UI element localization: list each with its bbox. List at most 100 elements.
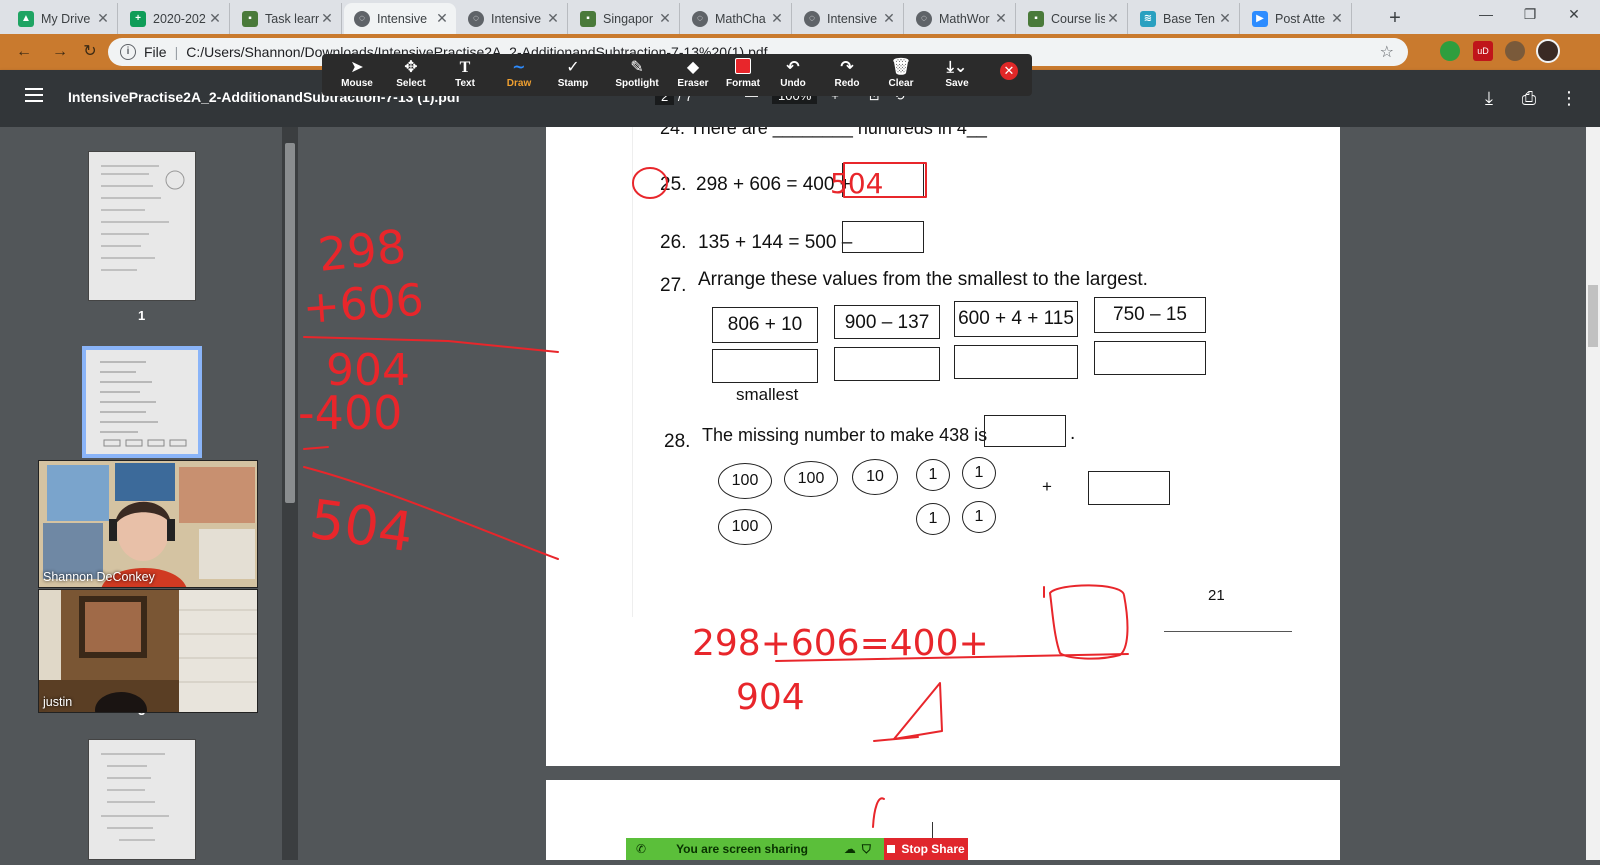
close-tab-icon[interactable]: ✕ <box>1105 10 1121 27</box>
shield-icon: ⛉ <box>861 841 871 856</box>
ink-dash <box>303 446 329 450</box>
download-icon[interactable]: ⤓ <box>1478 87 1500 109</box>
main-scroll-thumb[interactable] <box>1588 285 1598 347</box>
new-tab-button[interactable]: + <box>1382 6 1408 32</box>
check-icon: ✓ <box>566 59 580 76</box>
redo-icon: ↷ <box>840 59 854 76</box>
info-icon[interactable]: i <box>120 44 136 60</box>
close-tab-icon[interactable]: ✕ <box>1329 10 1345 27</box>
bookmark-star-icon[interactable]: ☆ <box>1380 42 1394 62</box>
sharing-status[interactable]: ✆ You are screen sharing ☁ ⛉ <box>626 838 884 860</box>
text-icon: T <box>459 59 471 76</box>
reload-icon[interactable]: ↻ <box>78 40 102 64</box>
tab-intensive-2[interactable]: ◌ Intensive ✕ <box>458 3 568 34</box>
tool-save[interactable]: ⤓⌄ Save <box>932 58 982 89</box>
page-thumbnail-2-selected[interactable] <box>82 346 202 458</box>
tool-draw[interactable]: ∼ Draw <box>494 58 544 89</box>
tab-intensive-3[interactable]: ◌ Intensive ✕ <box>794 3 904 34</box>
ink-stroke <box>872 797 885 828</box>
close-tab-icon[interactable]: ✕ <box>95 10 111 27</box>
screen-share-bar: ✆ You are screen sharing ☁ ⛉ Stop Share <box>626 838 968 860</box>
close-tab-icon[interactable]: ✕ <box>1217 10 1233 27</box>
tool-text[interactable]: T Text <box>440 58 490 89</box>
tool-select[interactable]: ✥ Select <box>386 58 436 89</box>
close-tab-icon[interactable]: ✕ <box>657 10 673 27</box>
close-tab-icon[interactable]: ✕ <box>545 10 561 27</box>
tool-format[interactable]: Format <box>718 58 768 89</box>
participant-name: Shannon DeConkey <box>43 570 155 584</box>
move-icon: ✥ <box>404 59 418 76</box>
puzzle-extension-icon[interactable] <box>1505 41 1525 61</box>
sidebar-scrollbar[interactable] <box>282 127 298 860</box>
sheets-icon: + <box>130 10 146 27</box>
zoom-icon: ▶ <box>1252 10 1268 27</box>
ink-bottom-904: 904 <box>736 677 805 718</box>
tab-mathcha[interactable]: ◌ MathCha ✕ <box>682 3 792 34</box>
extension-icon[interactable] <box>1440 41 1460 61</box>
globe-icon: ◌ <box>804 10 820 27</box>
restore-icon[interactable]: ❐ <box>1508 0 1552 30</box>
back-icon[interactable]: ← <box>12 40 36 64</box>
close-tab-icon[interactable]: ✕ <box>993 10 1009 27</box>
close-window-icon[interactable]: ✕ <box>1552 0 1596 30</box>
tool-mouse[interactable]: ➤ Mouse <box>332 58 382 89</box>
minimize-icon[interactable]: — <box>1464 0 1508 30</box>
close-tab-icon[interactable]: ✕ <box>881 10 897 27</box>
globe-icon: ◌ <box>354 10 370 27</box>
tool-clear[interactable]: 🗑 Clear <box>876 58 926 89</box>
ublock-icon[interactable]: uD <box>1473 41 1493 61</box>
ink-answer-box <box>1049 584 1129 660</box>
tab-my-drive[interactable]: ▲ My Drive ✕ <box>8 3 118 34</box>
trash-icon: 🗑 <box>890 59 912 76</box>
thumbnail-lines <box>100 361 187 447</box>
close-annotation-icon[interactable]: ✕ <box>1000 62 1018 80</box>
main-scrollbar[interactable] <box>1586 127 1600 860</box>
page-thumbnail-1[interactable] <box>88 151 196 301</box>
stop-share-button[interactable]: Stop Share <box>884 838 968 860</box>
tab-post-attendee[interactable]: ▶ Post Atte ✕ <box>1242 3 1352 34</box>
spotlight-icon: ✎ <box>630 59 644 76</box>
save-icon: ⤓⌄ <box>946 59 968 76</box>
tab-spreadsheet[interactable]: +2020-202 ✕ <box>120 3 230 34</box>
profile-avatar[interactable] <box>1536 39 1560 63</box>
tool-redo[interactable]: ↷ Redo <box>822 58 872 89</box>
ink-left-504: 504 <box>306 487 417 564</box>
google-drive-icon: ▲ <box>18 10 34 27</box>
ink-answer-504: 504 <box>830 167 883 200</box>
close-tab-icon[interactable]: ✕ <box>319 10 335 27</box>
hamburger-menu-icon[interactable] <box>25 88 43 102</box>
color-swatch-icon <box>718 58 768 78</box>
ink-bottom-equation: 298+606=400+ <box>692 623 989 664</box>
print-icon[interactable]: ⎙ <box>1518 87 1540 109</box>
thumbnail-lines <box>101 753 169 841</box>
url-separator: | <box>174 44 179 60</box>
globe-icon: ◌ <box>916 10 932 27</box>
tab-intensive-active[interactable]: ◌ Intensive ✕ <box>344 3 456 34</box>
close-tab-icon[interactable]: ✕ <box>207 10 223 27</box>
tool-spotlight[interactable]: ✎ Spotlight <box>608 58 666 89</box>
cursor-icon: ➤ <box>350 59 364 76</box>
tab-base-ten[interactable]: ≋ Base Ten ✕ <box>1130 3 1240 34</box>
tab-singapore[interactable]: ▪ Singapor ✕ <box>570 3 680 34</box>
thumbnail-label: 1 <box>138 308 146 323</box>
tab-course-list[interactable]: ▪ Course lis ✕ <box>1018 3 1128 34</box>
tab-task-learn[interactable]: ▪ Task learn ✕ <box>232 3 342 34</box>
stop-square-icon <box>887 845 896 853</box>
page-thumbnail-4[interactable] <box>88 739 196 860</box>
close-tab-icon[interactable]: ✕ <box>434 10 450 27</box>
tab-mathwor[interactable]: ◌ MathWor ✕ <box>906 3 1016 34</box>
eraser-icon: ◆ <box>686 59 700 76</box>
close-tab-icon[interactable]: ✕ <box>769 10 785 27</box>
ink-left-400: -400 <box>298 386 402 440</box>
draw-icon: ∼ <box>512 59 526 76</box>
tool-stamp[interactable]: ✓ Stamp <box>548 58 598 89</box>
tool-undo[interactable]: ↶ Undo <box>768 58 818 89</box>
video-tile-shannon[interactable]: Shannon DeConkey <box>38 460 258 588</box>
video-tile-justin[interactable]: justin <box>38 589 258 713</box>
forward-icon[interactable]: → <box>48 40 72 64</box>
more-options-icon[interactable]: ⋮ <box>1558 87 1580 109</box>
tool-eraser[interactable]: ◆ Eraser <box>668 58 718 89</box>
url-scheme: File <box>144 44 167 60</box>
sidebar-scroll-thumb[interactable] <box>285 143 295 503</box>
undo-icon: ↶ <box>786 59 800 76</box>
